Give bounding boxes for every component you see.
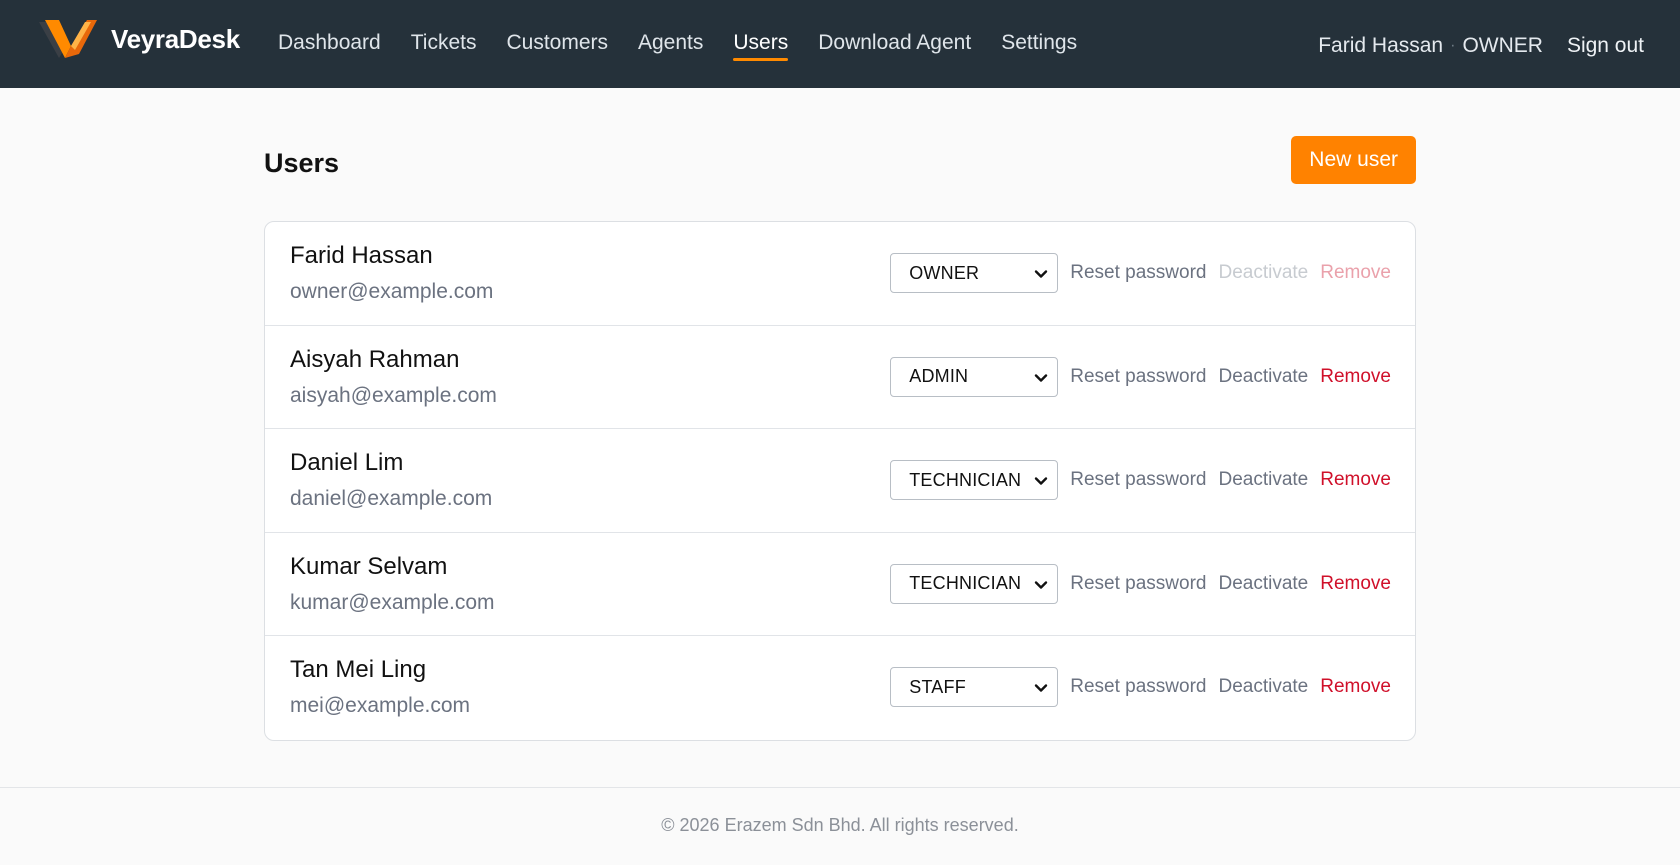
- nav-item-settings[interactable]: Settings: [1001, 0, 1077, 88]
- session-info: Farid Hassan · OWNER Sign out: [1318, 0, 1644, 88]
- deactivate-link[interactable]: Deactivate: [1218, 469, 1308, 491]
- role-select-value: ADMIN: [909, 366, 969, 386]
- nav-item-users[interactable]: Users: [733, 0, 788, 88]
- user-email: mei@example.com: [290, 694, 471, 717]
- user-actions: TECHNICIAN Reset password Deactivate Rem…: [890, 563, 1391, 604]
- current-user-name: Farid Hassan: [1318, 34, 1444, 57]
- reset-password-link[interactable]: Reset password: [1070, 262, 1206, 284]
- remove-link: Remove: [1320, 262, 1391, 283]
- user-name: Daniel Lim: [290, 449, 404, 476]
- user-email: owner@example.com: [290, 280, 494, 303]
- veyradesk-logo-icon: [39, 20, 97, 58]
- user-actions: OWNER Reset password Deactivate Remove: [890, 253, 1391, 293]
- role-select-value: TECHNICIAN: [909, 469, 1022, 490]
- chevron-down-icon: [1035, 373, 1048, 382]
- role-select-value: OWNER: [909, 262, 980, 283]
- deactivate-link[interactable]: Deactivate: [1218, 366, 1308, 388]
- users-list: Farid Hassan owner@example.com OWNER Res…: [264, 221, 1416, 741]
- role-select[interactable]: OWNER: [890, 253, 1059, 293]
- remove-link[interactable]: Remove: [1320, 676, 1391, 698]
- user-email: aisyah@example.com: [290, 383, 497, 407]
- new-user-button[interactable]: New user: [1291, 136, 1416, 184]
- separator-dot: ·: [1450, 37, 1456, 54]
- main-nav: Dashboard Tickets Customers Agents Users…: [278, 0, 1107, 88]
- reset-password-link[interactable]: Reset password: [1070, 573, 1206, 595]
- role-select-value: STAFF: [909, 676, 966, 697]
- user-name: Aisyah Rahman: [290, 345, 460, 373]
- nav-item-tickets[interactable]: Tickets: [411, 0, 477, 88]
- remove-link[interactable]: Remove: [1320, 469, 1391, 491]
- page-title: Users: [264, 148, 340, 178]
- role-select[interactable]: TECHNICIAN: [890, 460, 1059, 500]
- reset-password-link[interactable]: Reset password: [1070, 366, 1206, 388]
- chevron-down-icon: [1035, 684, 1048, 692]
- user-name: Kumar Selvam: [290, 552, 448, 580]
- top-navigation-bar: VeyraDesk Dashboard Tickets Customers Ag…: [0, 0, 1680, 88]
- chevron-down-icon: [1035, 580, 1048, 589]
- chevron-down-icon: [1035, 477, 1048, 485]
- page-footer: © 2026 Erazem Sdn Bhd. All rights reserv…: [0, 787, 1680, 865]
- user-actions: TECHNICIAN Reset password Deactivate Rem…: [890, 460, 1391, 500]
- nav-item-download-agent[interactable]: Download Agent: [818, 0, 971, 88]
- sign-out-link[interactable]: Sign out: [1567, 34, 1644, 58]
- role-select[interactable]: TECHNICIAN: [890, 563, 1059, 604]
- nav-item-dashboard[interactable]: Dashboard: [278, 0, 381, 88]
- nav-item-agents[interactable]: Agents: [638, 0, 703, 88]
- nav-item-customers[interactable]: Customers: [506, 0, 608, 88]
- deactivate-link[interactable]: Deactivate: [1218, 676, 1308, 698]
- deactivate-link: Deactivate: [1218, 262, 1309, 283]
- user-name: Farid Hassan: [290, 242, 433, 269]
- remove-link[interactable]: Remove: [1320, 366, 1391, 388]
- user-row: Aisyah Rahman aisyah@example.com ADMIN R…: [265, 326, 1415, 429]
- current-user-role: OWNER: [1462, 34, 1543, 57]
- copyright-text: © 2026 Erazem Sdn Bhd. All rights reserv…: [661, 815, 1019, 835]
- role-select[interactable]: STAFF: [890, 667, 1059, 707]
- reset-password-link[interactable]: Reset password: [1070, 676, 1206, 698]
- page-header: Users New user: [264, 136, 1416, 184]
- brand-name: VeyraDesk: [111, 23, 240, 54]
- reset-password-link[interactable]: Reset password: [1070, 469, 1206, 491]
- user-name: Tan Mei Ling: [290, 656, 427, 683]
- user-email: daniel@example.com: [290, 487, 493, 510]
- deactivate-link[interactable]: Deactivate: [1218, 573, 1308, 595]
- chevron-down-icon: [1035, 270, 1048, 278]
- role-select[interactable]: ADMIN: [890, 356, 1059, 397]
- user-row: Farid Hassan owner@example.com OWNER Res…: [265, 222, 1415, 326]
- remove-link[interactable]: Remove: [1320, 573, 1391, 595]
- brand[interactable]: VeyraDesk: [37, 18, 240, 60]
- user-actions: ADMIN Reset password Deactivate Remove: [890, 356, 1391, 397]
- user-row: Kumar Selvam kumar@example.com TECHNICIA…: [265, 533, 1415, 636]
- user-row: Daniel Lim daniel@example.com TECHNICIAN…: [265, 429, 1415, 533]
- user-email: kumar@example.com: [290, 590, 495, 614]
- users-page: Users New user Farid Hassan owner@exampl…: [264, 136, 1416, 741]
- role-select-value: TECHNICIAN: [909, 573, 1022, 593]
- user-actions: STAFF Reset password Deactivate Remove: [890, 667, 1391, 707]
- user-row: Tan Mei Ling mei@example.com STAFF Reset…: [265, 636, 1415, 740]
